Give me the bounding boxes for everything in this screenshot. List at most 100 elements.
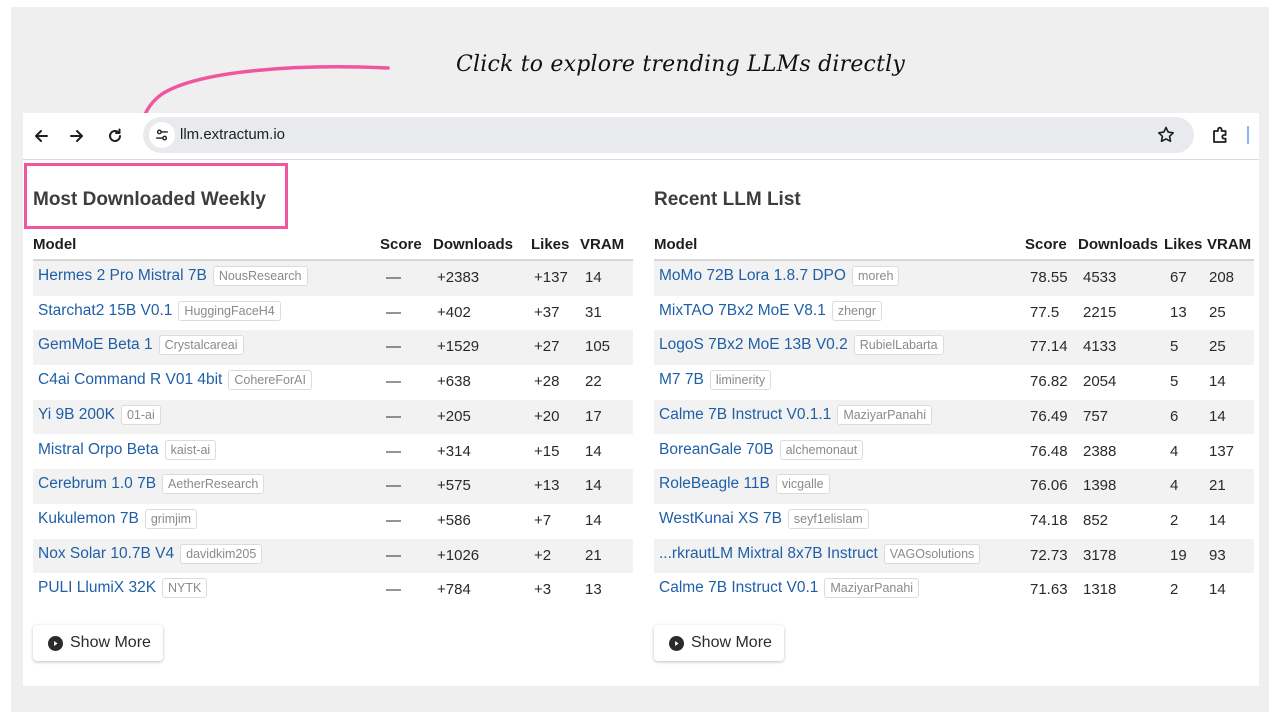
downloads-cell: +1529 [437, 338, 480, 356]
likes-cell: 5 [1170, 338, 1179, 356]
vram-cell: 13 [585, 581, 602, 599]
model-link[interactable]: GemMoE Beta 1 [38, 336, 153, 354]
model-link[interactable]: LogoS 7Bx2 MoE 13B V0.2 [659, 336, 848, 354]
author-tag[interactable]: VAGOsolutions [883, 543, 981, 564]
author-tag[interactable]: NYTK [162, 578, 208, 599]
table-row[interactable]: MoMo 72B Lora 1.8.7 DPO moreh 78.55 4533 67 2… [654, 261, 1254, 296]
table-row[interactable]: WestKunai XS 7B seyf1elislam 74.18 852 2 14 [654, 504, 1254, 539]
bookmark-star-icon[interactable] [1156, 125, 1176, 145]
table-row[interactable]: Mistral Orpo Beta kaist-ai — +314 +15 14 [33, 435, 633, 470]
extensions-puzzle-icon[interactable] [1211, 125, 1231, 145]
show-more-label: Show More [70, 634, 151, 651]
author-tag[interactable]: CohereForAI [228, 370, 312, 391]
author-tag[interactable]: Crystalcareai [158, 335, 244, 356]
author-tag[interactable]: HuggingFaceH4 [178, 300, 281, 321]
table-row[interactable]: Nox Solar 10.7B V4 davidkim205 — +1026 +2 21 [33, 538, 633, 574]
model-link[interactable]: PULI LlumiX 32K [38, 579, 156, 597]
table-row[interactable]: Yi 9B 200K 01-ai — +205 +20 17 [33, 399, 633, 435]
author-tag[interactable]: AetherResearch [162, 474, 265, 495]
author-tag[interactable]: seyf1elislam [787, 508, 869, 529]
table-row[interactable]: M7 7B liminerity 76.82 2054 5 14 [654, 365, 1254, 400]
downloads-cell: +784 [437, 581, 471, 599]
model-link[interactable]: M7 7B [659, 371, 704, 389]
browser-toolbar: llm.extractum.io [23, 113, 1259, 159]
model-link[interactable]: MoMo 72B Lora 1.8.7 DPO [659, 267, 846, 285]
model-link[interactable]: RoleBeagle 11B [659, 475, 770, 493]
url-text[interactable]: llm.extractum.io [180, 126, 285, 143]
model-link[interactable]: BoreanGale 70B [659, 441, 774, 459]
play-circle-icon [669, 635, 684, 651]
model-link[interactable]: C4ai Command R V01 4bit [38, 371, 222, 389]
model-link[interactable]: Mistral Orpo Beta [38, 441, 159, 459]
back-button[interactable] [27, 122, 55, 150]
downloads-cell: +205 [437, 407, 471, 425]
table-row[interactable]: Hermes 2 Pro Mistral 7B NousResearch — +238… [33, 261, 633, 296]
author-tag[interactable]: davidkim205 [180, 543, 263, 564]
table-row[interactable]: GemMoE Beta 1 Crystalcareai — +1529 +27 105 [33, 330, 633, 366]
table-row[interactable]: Calme 7B Instruct V0.1 MaziyarPanahi 71.63… [654, 573, 1254, 608]
table-row[interactable]: ...rkrautLM Mixtral 8x7B Instruct VAGOsol… [654, 538, 1254, 574]
downloads-cell: +575 [437, 477, 471, 495]
author-tag[interactable]: vicgalle [775, 474, 830, 495]
score-cell: — [386, 303, 401, 321]
model-link[interactable]: Starchat2 15B V0.1 [38, 302, 172, 320]
table-row[interactable]: Kukulemon 7B grimjim — +586 +7 14 [33, 504, 633, 539]
likes-cell: +137 [534, 269, 568, 286]
vram-cell: 14 [1209, 511, 1226, 529]
score-cell: 76.49 [1030, 407, 1068, 425]
likes-cell: +37 [534, 303, 560, 321]
author-tag[interactable]: alchemonaut [779, 439, 864, 460]
likes-cell: 67 [1170, 269, 1187, 286]
author-tag[interactable]: liminerity [709, 370, 772, 391]
vram-cell: 21 [585, 546, 602, 564]
col-vram: VRAM [1207, 236, 1252, 253]
downloads-cell: 852 [1083, 511, 1109, 529]
author-tag[interactable]: MaziyarPanahi [824, 578, 920, 599]
model-link[interactable]: Calme 7B Instruct V0.1 [659, 579, 818, 597]
right-show-more-button[interactable]: Show More [654, 625, 784, 661]
model-link[interactable]: Nox Solar 10.7B V4 [38, 545, 174, 563]
vram-cell: 14 [1209, 581, 1226, 599]
model-link[interactable]: MixTAO 7Bx2 MoE V8.1 [659, 302, 826, 320]
author-tag[interactable]: MaziyarPanahi [837, 404, 932, 425]
author-tag[interactable]: zhengr [831, 300, 883, 321]
score-cell: — [386, 407, 401, 425]
author-tag[interactable]: NousResearch [212, 266, 308, 286]
model-cell: M7 7B liminerity [659, 370, 772, 391]
downloads-cell: 1318 [1083, 581, 1117, 599]
reload-button[interactable] [101, 122, 129, 150]
table-row[interactable]: Calme 7B Instruct V0.1.1 MaziyarPanahi 76.… [654, 399, 1254, 435]
table-row[interactable]: LogoS 7Bx2 MoE 13B V0.2 RubielLabarta 77.1… [654, 330, 1254, 366]
vram-cell: 21 [1209, 477, 1226, 495]
model-link[interactable]: Cerebrum 1.0 7B [38, 475, 156, 493]
likes-cell: +15 [534, 442, 560, 460]
left-show-more-button[interactable]: Show More [33, 625, 163, 661]
score-cell: 77.5 [1030, 303, 1060, 321]
table-row[interactable]: MixTAO 7Bx2 MoE V8.1 zhengr 77.5 2215 13 25 [654, 296, 1254, 331]
score-cell: — [386, 477, 401, 495]
author-tag[interactable]: kaist-ai [164, 439, 217, 460]
site-info-button[interactable] [149, 122, 175, 148]
model-link[interactable]: Kukulemon 7B [38, 510, 139, 528]
table-row[interactable]: Starchat2 15B V0.1 HuggingFaceH4 — +402 +37 3… [33, 296, 633, 331]
likes-cell: 19 [1170, 546, 1187, 564]
table-row[interactable]: RoleBeagle 11B vicgalle 76.06 1398 4 21 [654, 469, 1254, 504]
table-row[interactable]: C4ai Command R V01 4bit CohereForAI — +638 +… [33, 365, 633, 400]
author-tag[interactable]: grimjim [144, 508, 198, 529]
model-link[interactable]: Calme 7B Instruct V0.1.1 [659, 406, 831, 424]
downloads-cell: 4533 [1083, 269, 1117, 286]
model-link[interactable]: Hermes 2 Pro Mistral 7B [38, 267, 207, 285]
author-tag[interactable]: RubielLabarta [853, 335, 944, 356]
author-tag[interactable]: 01-ai [120, 404, 161, 425]
address-bar[interactable]: llm.extractum.io [143, 117, 1194, 153]
forward-button[interactable] [63, 122, 91, 150]
model-link[interactable]: ...rkrautLM Mixtral 8x7B Instruct [659, 545, 878, 563]
vram-cell: 14 [585, 477, 602, 495]
author-tag[interactable]: moreh [851, 266, 900, 286]
table-row[interactable]: PULI LlumiX 32K NYTK — +784 +3 13 [33, 573, 633, 608]
model-link[interactable]: Yi 9B 200K [38, 406, 115, 424]
model-cell: ...rkrautLM Mixtral 8x7B Instruct VAGOsol… [659, 543, 981, 564]
model-link[interactable]: WestKunai XS 7B [659, 510, 782, 528]
table-row[interactable]: BoreanGale 70B alchemonaut 76.48 2388 4 137 [654, 435, 1254, 470]
table-row[interactable]: Cerebrum 1.0 7B AetherResearch — +575 +13 14 [33, 469, 633, 504]
